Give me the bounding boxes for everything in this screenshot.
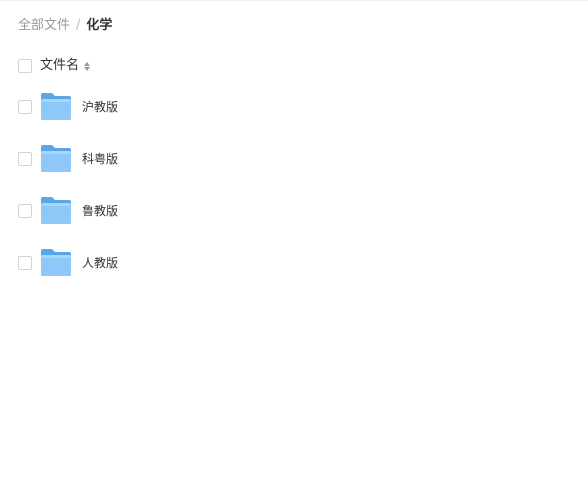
top-divider bbox=[0, 0, 588, 1]
breadcrumb-separator: / bbox=[76, 18, 81, 33]
sort-icon[interactable] bbox=[84, 61, 91, 71]
folder-icon bbox=[41, 145, 71, 172]
file-checkbox[interactable] bbox=[18, 152, 32, 166]
name-column-label: 文件名 bbox=[40, 58, 80, 73]
list-header: 文件名 bbox=[0, 56, 588, 76]
file-checkbox[interactable] bbox=[18, 204, 32, 218]
file-row[interactable]: 科粤版 bbox=[0, 144, 588, 174]
file-row[interactable]: 鲁教版 bbox=[0, 196, 588, 226]
file-checkbox[interactable] bbox=[18, 100, 32, 114]
file-name[interactable]: 科粤版 bbox=[82, 150, 118, 168]
file-name[interactable]: 人教版 bbox=[82, 254, 118, 272]
folder-icon bbox=[41, 197, 71, 224]
name-column-header[interactable]: 文件名 bbox=[40, 56, 91, 76]
breadcrumb-current: 化学 bbox=[86, 18, 113, 33]
breadcrumb-root-link[interactable]: 全部文件 bbox=[18, 17, 70, 35]
folder-icon bbox=[41, 93, 71, 120]
file-checkbox[interactable] bbox=[18, 256, 32, 270]
breadcrumb: 全部文件 / 化学 bbox=[18, 17, 112, 35]
select-all-checkbox[interactable] bbox=[18, 59, 32, 73]
file-name[interactable]: 沪教版 bbox=[82, 98, 118, 116]
folder-icon bbox=[41, 249, 71, 276]
file-row[interactable]: 沪教版 bbox=[0, 92, 588, 122]
file-row[interactable]: 人教版 bbox=[0, 248, 588, 278]
file-name[interactable]: 鲁教版 bbox=[82, 202, 118, 220]
